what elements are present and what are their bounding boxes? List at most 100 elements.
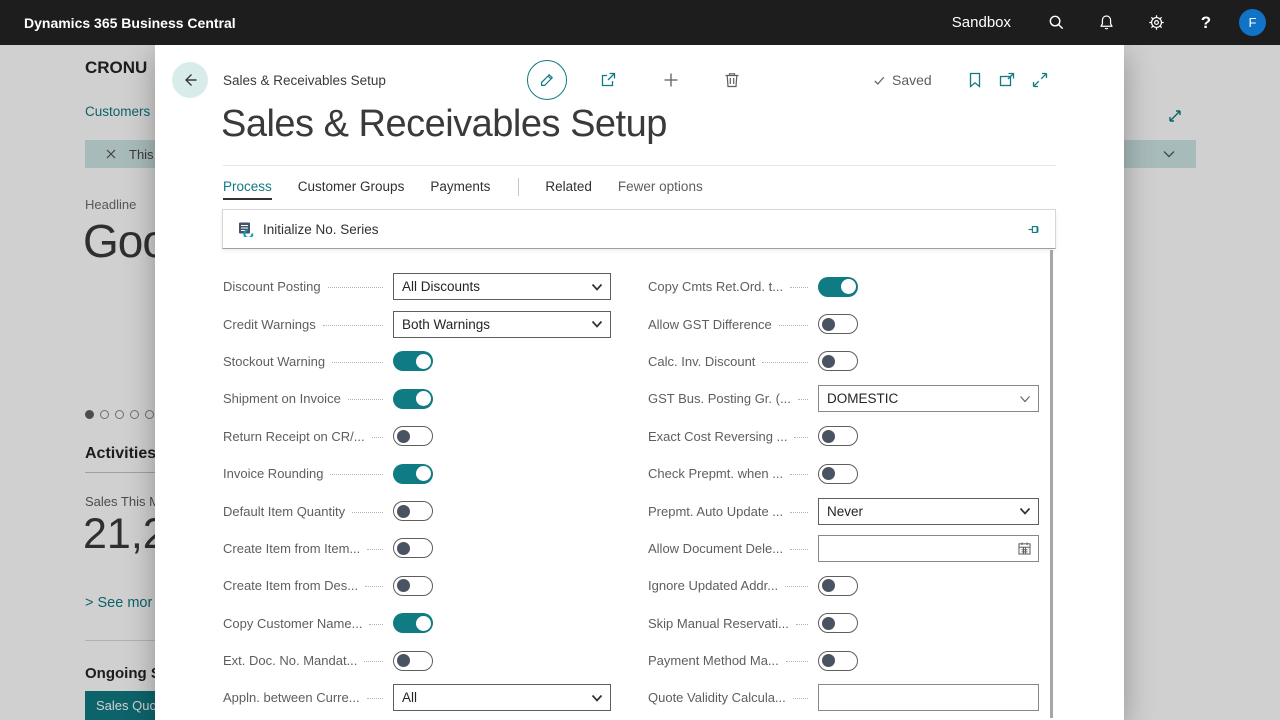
toggle-return-receipt-on-cr[interactable] xyxy=(393,426,433,446)
field-row-prepmt-auto-update: Prepmt. Auto Update ... Never xyxy=(648,492,1039,529)
search-icon[interactable] xyxy=(1031,0,1081,45)
field-row-ignore-updated-addr: Ignore Updated Addr... xyxy=(648,567,1039,604)
action-label: Initialize No. Series xyxy=(263,222,379,237)
open-in-window-button[interactable] xyxy=(997,70,1017,90)
chevron-down-icon xyxy=(589,279,605,295)
toggle-knob xyxy=(822,579,835,592)
field-label: Calc. Inv. Discount xyxy=(648,354,755,369)
field-label: Create Item from Item... xyxy=(223,541,360,556)
settings-gear-icon[interactable] xyxy=(1131,0,1181,45)
help-icon[interactable]: ? xyxy=(1181,0,1231,45)
field-row-copy-customer-name: Copy Customer Name... xyxy=(223,605,611,642)
field-row-shipment-on-invoice: Shipment on Invoice xyxy=(223,380,611,417)
toggle-exact-cost-reversing[interactable] xyxy=(818,426,858,446)
toggle-ext-doc-no-mandat[interactable] xyxy=(393,651,433,671)
toggle-allow-gst-difference[interactable] xyxy=(818,314,858,334)
control-slot xyxy=(393,538,611,558)
dotted-leader xyxy=(779,325,808,326)
control-slot xyxy=(393,576,611,596)
toggle-check-prepmt-when[interactable] xyxy=(818,464,858,484)
field-label: Invoice Rounding xyxy=(223,466,323,481)
field-value: All xyxy=(402,690,589,705)
calendar-icon xyxy=(1016,540,1033,557)
control-slot xyxy=(393,651,611,671)
toggle-copy-customer-name[interactable] xyxy=(393,613,433,633)
toggle-ignore-updated-addr[interactable] xyxy=(818,576,858,596)
toggle-knob xyxy=(822,430,835,443)
fullscreen-button[interactable] xyxy=(1030,70,1050,90)
select-discount-posting[interactable]: All Discounts xyxy=(393,273,611,300)
field-row-credit-warnings: Credit Warnings Both Warnings xyxy=(223,305,611,342)
field-label: Appln. between Curre... xyxy=(223,690,360,705)
toggle-default-item-quantity[interactable] xyxy=(393,501,433,521)
control-slot xyxy=(818,426,1039,446)
dotted-leader xyxy=(364,661,383,662)
tab-process[interactable]: Process xyxy=(223,179,272,200)
initialize-no-series-action[interactable]: Initialize No. Series xyxy=(222,209,1056,249)
control-slot xyxy=(393,351,611,371)
text-field-quote-validity-calcula[interactable] xyxy=(818,684,1039,711)
control-slot xyxy=(818,464,1039,484)
select-prepmt-auto-update[interactable]: Never xyxy=(818,498,1039,525)
field-label: Credit Warnings xyxy=(223,317,316,332)
field-label: Ext. Doc. No. Mandat... xyxy=(223,653,357,668)
field-row-check-prepmt-when: Check Prepmt. when ... xyxy=(648,455,1039,492)
toggle-calc-inv-discount[interactable] xyxy=(818,351,858,371)
field-label: Copy Cmts Ret.Ord. t... xyxy=(648,279,783,294)
top-navigation-bar: Dynamics 365 Business Central Sandbox ? … xyxy=(0,0,1280,45)
edit-button[interactable] xyxy=(527,60,567,100)
combobox-gst-bus-posting-gr[interactable]: DOMESTIC xyxy=(818,385,1039,412)
field-label: Exact Cost Reversing ... xyxy=(648,429,787,444)
bookmark-button[interactable] xyxy=(965,70,985,90)
toggle-knob xyxy=(822,355,835,368)
new-button[interactable] xyxy=(661,70,681,90)
toggle-skip-manual-reservati[interactable] xyxy=(818,613,858,633)
pin-icon[interactable] xyxy=(1026,221,1043,238)
field-row-copy-cmts-ret-ord-t: Copy Cmts Ret.Ord. t... xyxy=(648,268,1039,305)
dotted-leader xyxy=(369,624,383,625)
dotted-leader xyxy=(798,399,808,400)
field-label: Allow GST Difference xyxy=(648,317,772,332)
toggle-knob xyxy=(841,279,856,294)
toggle-knob xyxy=(822,467,835,480)
toggle-copy-cmts-ret-ord-t[interactable] xyxy=(818,277,858,297)
toggle-create-item-from-item[interactable] xyxy=(393,538,433,558)
vertical-scrollbar[interactable] xyxy=(1050,250,1053,718)
share-button[interactable] xyxy=(598,70,618,90)
control-slot xyxy=(393,389,611,409)
field-label: Stockout Warning xyxy=(223,354,325,369)
dotted-leader xyxy=(348,399,383,400)
date-field-allow-document-dele[interactable] xyxy=(818,535,1039,562)
toggle-invoice-rounding[interactable] xyxy=(393,464,433,484)
toggle-knob xyxy=(822,617,835,630)
dotted-leader xyxy=(762,362,808,363)
dotted-leader xyxy=(785,586,808,587)
select-credit-warnings[interactable]: Both Warnings xyxy=(393,311,611,338)
notifications-bell-icon[interactable] xyxy=(1081,0,1131,45)
field-row-discount-posting: Discount PostingAll Discounts xyxy=(223,268,611,305)
tab-payments[interactable]: Payments xyxy=(430,179,490,200)
save-status: Saved xyxy=(872,72,932,88)
tab-fewer-options[interactable]: Fewer options xyxy=(618,179,703,200)
delete-button[interactable] xyxy=(722,70,742,90)
toggle-payment-method-ma[interactable] xyxy=(818,651,858,671)
toggle-stockout-warning[interactable] xyxy=(393,351,433,371)
user-avatar[interactable]: F xyxy=(1239,9,1266,36)
back-button[interactable] xyxy=(172,62,208,98)
app-title: Dynamics 365 Business Central xyxy=(24,15,236,31)
dotted-leader xyxy=(332,362,383,363)
field-row-stockout-warning: Stockout Warning xyxy=(223,343,611,380)
toggle-shipment-on-invoice[interactable] xyxy=(393,389,433,409)
tab-customer-groups[interactable]: Customer Groups xyxy=(298,179,405,200)
toggle-knob xyxy=(397,654,410,667)
chevron-down-icon xyxy=(589,690,605,706)
dotted-leader xyxy=(352,512,383,513)
tab-related[interactable]: Related xyxy=(545,179,592,200)
trash-icon xyxy=(722,70,742,90)
toggle-create-item-from-des[interactable] xyxy=(393,576,433,596)
plus-icon xyxy=(661,70,681,90)
toggle-knob xyxy=(416,616,431,631)
field-label: Prepmt. Auto Update ... xyxy=(648,504,783,519)
page-title: Sales & Receivables Setup xyxy=(221,103,667,146)
select-appln-between-curre[interactable]: All xyxy=(393,684,611,711)
